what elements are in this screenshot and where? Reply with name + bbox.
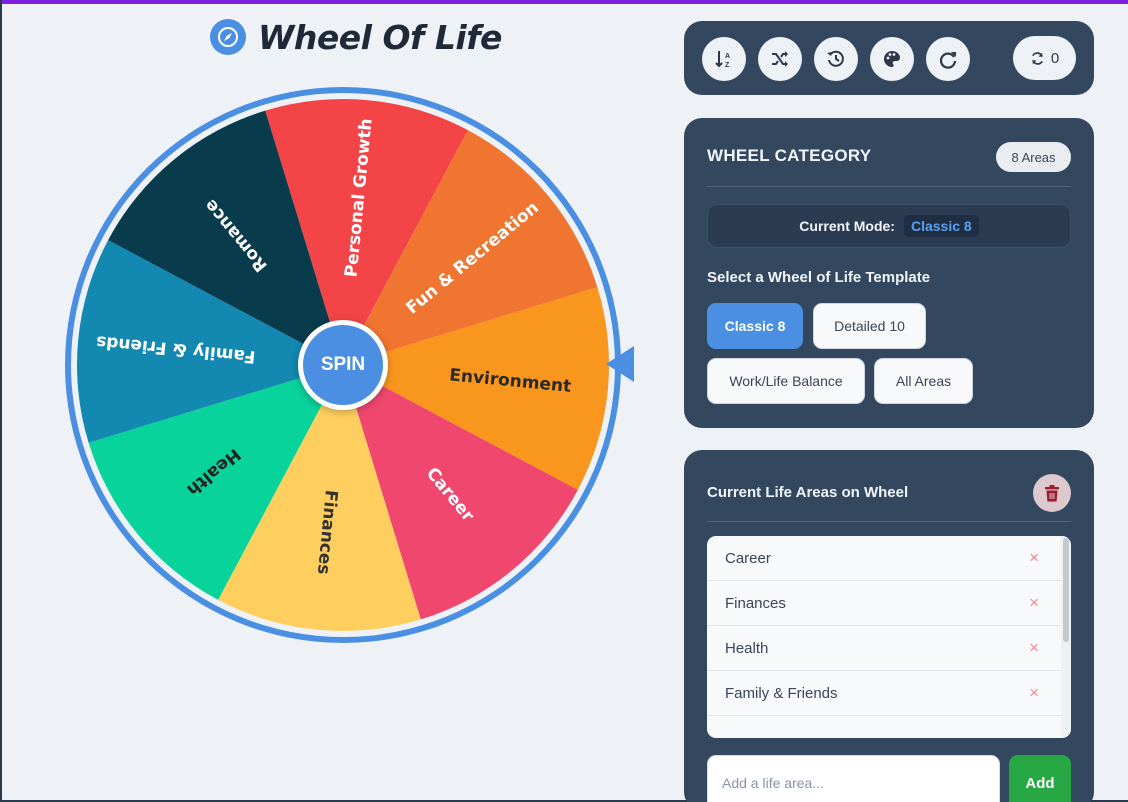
trash-icon — [1045, 484, 1059, 501]
divider — [707, 186, 1071, 187]
wheel-pointer — [606, 346, 634, 382]
refresh-icon — [1031, 51, 1043, 65]
spin-counter[interactable]: 0 — [1013, 36, 1076, 80]
sort-icon: A Z — [715, 51, 730, 69]
life-wheel[interactable]: Personal Growth Fun & Recreation Environme… — [60, 84, 626, 650]
svg-text:A: A — [725, 53, 730, 60]
remove-item-button[interactable]: × — [1029, 548, 1039, 568]
list-item: Health × — [707, 626, 1061, 671]
clear-all-button[interactable] — [1033, 474, 1071, 512]
history-button[interactable] — [814, 37, 858, 81]
remove-item-button[interactable]: × — [1029, 683, 1039, 703]
template-heading: Select a Wheel of Life Template — [707, 269, 931, 286]
category-title: WHEEL CATEGORY — [707, 146, 872, 165]
compass-icon — [210, 19, 246, 55]
list-scrollbar-thumb[interactable] — [1063, 538, 1069, 642]
redo-button[interactable] — [926, 37, 970, 81]
template-work-life-balance-button[interactable]: Work/Life Balance — [707, 358, 865, 404]
list-item-label: Family & Friends — [725, 684, 838, 702]
window-left-edge — [0, 0, 2, 802]
spin-count: 0 — [1050, 49, 1060, 67]
divider — [707, 521, 1071, 522]
areas-title: Current Life Areas on Wheel — [707, 484, 909, 501]
list-item: Career × — [707, 536, 1061, 581]
current-mode-box: Current Mode: Classic 8 — [707, 204, 1071, 248]
template-classic-8-button[interactable]: Classic 8 — [707, 303, 803, 349]
top-accent-bar — [0, 0, 1128, 4]
list-item: Finances × — [707, 581, 1061, 626]
sort-button[interactable]: A Z — [702, 37, 746, 81]
svg-text:Z: Z — [725, 62, 730, 69]
life-areas-list[interactable]: Career × Finances × Health × Family & Fr… — [707, 536, 1071, 738]
mode-label: Current Mode: — [799, 218, 895, 234]
palette-icon — [884, 51, 900, 67]
list-item-label: Finances — [725, 594, 786, 612]
mode-value: Classic 8 — [903, 215, 979, 237]
list-scrollbar[interactable] — [1061, 536, 1071, 738]
remove-item-button[interactable]: × — [1029, 638, 1039, 658]
shuffle-icon — [772, 51, 788, 67]
page-title: Wheel Of Life — [258, 17, 502, 57]
wheel-category-panel: WHEEL CATEGORY 8 Areas Current Mode: Cla… — [684, 118, 1094, 428]
toolbar-panel: A Z 0 — [684, 21, 1094, 95]
areas-count-badge: 8 Areas — [996, 142, 1071, 172]
template-all-areas-button[interactable]: All Areas — [874, 358, 973, 404]
list-item: Family & Friends × — [707, 671, 1061, 716]
add-life-area-input[interactable] — [707, 755, 1000, 802]
template-detailed-10-button[interactable]: Detailed 10 — [813, 303, 926, 349]
spin-button[interactable]: SPIN — [298, 320, 388, 410]
list-item-label: Career — [725, 549, 771, 567]
history-icon — [827, 50, 844, 67]
add-button[interactable]: Add — [1009, 755, 1071, 802]
remove-item-button[interactable]: × — [1029, 593, 1039, 613]
palette-button[interactable] — [870, 37, 914, 81]
life-areas-panel: Current Life Areas on Wheel Career × Fin… — [684, 450, 1094, 802]
shuffle-button[interactable] — [758, 37, 802, 81]
list-item-label: Health — [725, 639, 769, 657]
app-header: Wheel Of Life — [210, 14, 502, 60]
redo-icon — [939, 52, 957, 69]
